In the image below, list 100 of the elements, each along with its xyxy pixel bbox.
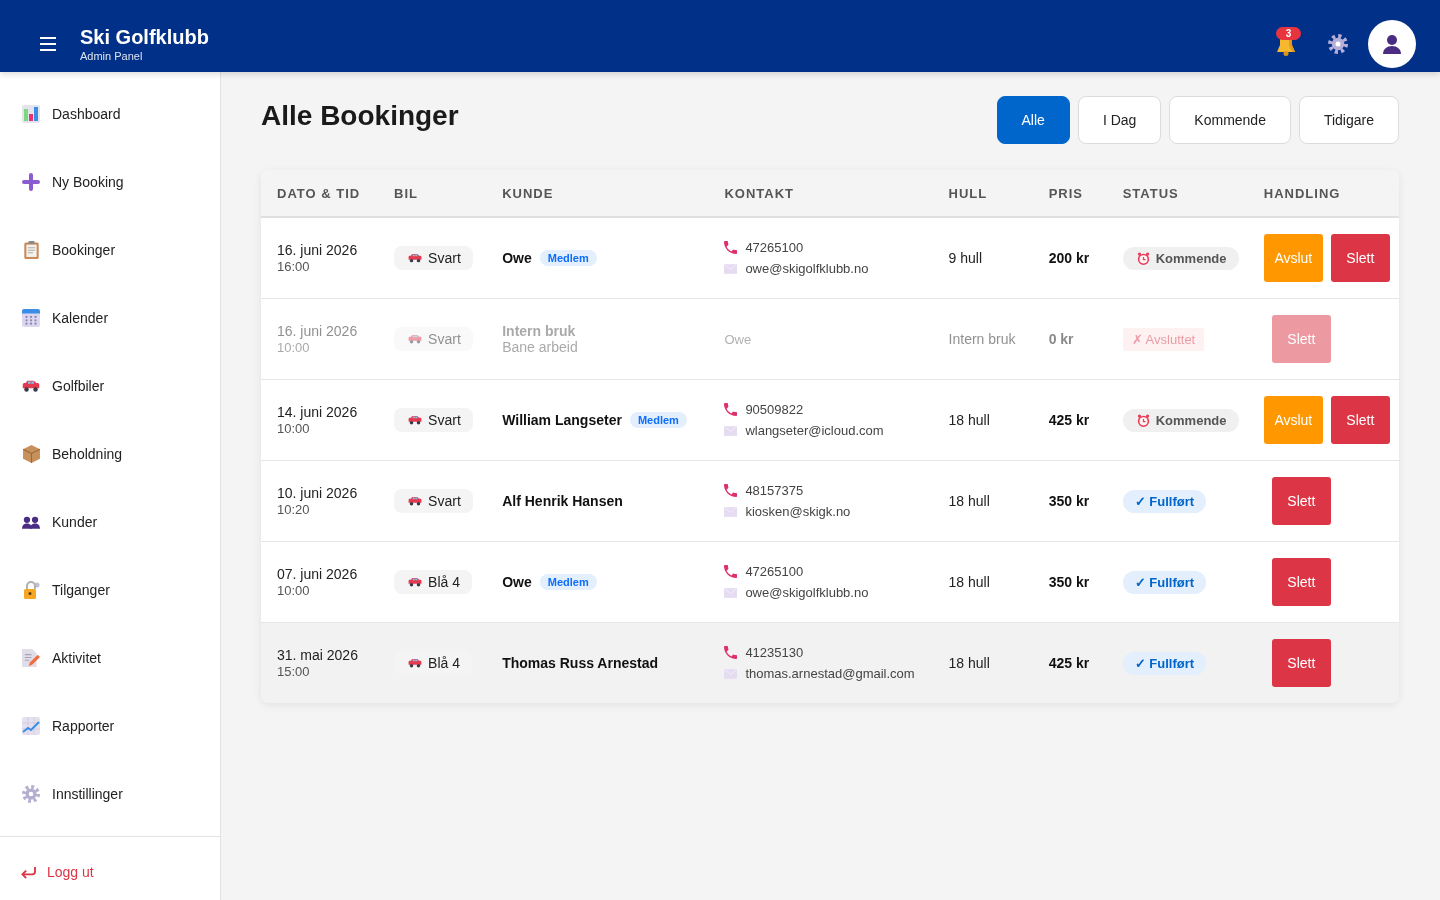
booking-date: 16. juni 2026 — [277, 241, 359, 259]
cart-label: Svart — [428, 250, 461, 266]
filter-tab[interactable]: I Dag — [1077, 96, 1162, 144]
booking-date: 10. juni 2026 — [277, 484, 359, 502]
customer-note: Bane arbeid — [502, 338, 579, 356]
car-icon — [22, 380, 40, 392]
column-header: DATO & TID — [261, 170, 379, 217]
sidebar-item[interactable]: Tilganger — [0, 556, 220, 624]
delete-button[interactable]: Slett — [1330, 234, 1390, 282]
phone-icon — [724, 565, 738, 578]
column-header: KUNDE — [486, 170, 709, 217]
delete-button[interactable]: Slett — [1330, 396, 1390, 444]
booking-time: 10:20 — [277, 501, 311, 518]
envelope-icon — [724, 506, 738, 517]
sidebar-item[interactable]: Kunder — [0, 488, 220, 556]
hole-count: 9 hull — [948, 250, 983, 266]
people-icon — [22, 515, 40, 529]
padlock-icon — [22, 581, 40, 599]
member-badge: Medlem — [629, 412, 687, 428]
column-header: BIL — [378, 170, 487, 217]
logout-link[interactable]: Logg ut — [0, 844, 220, 900]
menu-icon[interactable] — [40, 37, 56, 51]
member-badge: Medlem — [539, 574, 597, 590]
cart-label: Blå 4 — [428, 574, 460, 590]
clipboard-icon — [23, 241, 39, 259]
phone-number: 48157375 — [745, 483, 804, 498]
cart-label: Svart — [428, 412, 461, 428]
customer-name: Owe — [502, 574, 532, 590]
member-badge: Medlem — [539, 250, 597, 266]
person-icon — [1382, 34, 1402, 54]
line-chart-icon — [22, 717, 40, 735]
car-icon — [408, 253, 423, 263]
cart-label: Blå 4 — [428, 655, 460, 671]
sidebar-item[interactable]: Bookinger — [0, 216, 220, 284]
notification-badge: 3 — [1276, 27, 1301, 40]
email-address: owe@skigolfklubb.no — [745, 261, 869, 276]
customer-name: Owe — [502, 250, 532, 266]
price: 200 kr — [1048, 250, 1090, 266]
sidebar-item[interactable]: Dashboard — [0, 80, 220, 148]
booking-date: 31. mai 2026 — [277, 646, 359, 664]
customer-name: Alf Henrik Hansen — [502, 493, 623, 509]
status-badge: ✓ Fullført — [1122, 570, 1207, 594]
customer-name: Thomas Russ Arnestad — [502, 655, 659, 671]
status-badge: ✗ Avsluttet — [1122, 327, 1205, 351]
booking-time: 10:00 — [277, 339, 311, 356]
sidebar-item[interactable]: Beholdning — [0, 420, 220, 488]
phone-icon — [724, 484, 738, 497]
hole-count: 18 hull — [948, 493, 990, 509]
phone-icon — [724, 241, 738, 254]
settings-icon — [22, 785, 40, 803]
table-row[interactable]: 31. mai 2026 15:00 Blå 4 Thomas Russ Arnestad 41235130 thomas.arnestad@gmail.com 18 hull 425 kr ✓ Fullført Slett — [261, 622, 1399, 703]
settings-icon[interactable] — [1328, 34, 1348, 54]
bar-chart-icon — [22, 105, 40, 123]
column-header: KONTAKT — [708, 170, 933, 217]
app-title: Ski Golfklubb — [80, 25, 209, 49]
status-label: Kommende — [1155, 250, 1227, 266]
package-icon — [22, 445, 40, 463]
table-row[interactable]: 16. juni 2026 16:00 Svart Owe Medlem 47265100 owe@skigolfklubb.no 9 hull 200 kr Kommende Avslut Slett — [261, 217, 1399, 299]
profile-avatar[interactable] — [1368, 20, 1416, 68]
sidebar-item[interactable]: Ny Booking — [0, 148, 220, 216]
hole-count: 18 hull — [948, 655, 990, 671]
email-address: owe@skigolfklubb.no — [745, 585, 869, 600]
table-row[interactable]: 10. juni 2026 10:20 Svart Alf Henrik Hansen 48157375 kiosken@skigk.no 18 hull 350 kr ✓ Fullført Slett — [261, 460, 1399, 542]
filter-tab[interactable]: Kommende — [1169, 96, 1291, 144]
delete-button[interactable]: Slett — [1271, 558, 1331, 606]
sidebar-item[interactable]: Innstillinger — [0, 760, 220, 828]
phone-icon — [724, 646, 738, 659]
cart-label: Svart — [428, 331, 461, 347]
envelope-icon — [724, 263, 738, 274]
car-icon — [408, 577, 423, 587]
hole-count: 18 hull — [948, 412, 990, 428]
column-header: HULL — [932, 170, 1033, 217]
phone-number: 47265100 — [745, 240, 804, 255]
delete-button[interactable]: Slett — [1271, 639, 1331, 687]
filter-tab[interactable]: Tidigare — [1298, 96, 1399, 144]
table-row[interactable]: 14. juni 2026 10:00 Svart William Langseter Medlem 90509822 wlangseter@icloud.com 18 hull 425 kr Kommende Avslut Slett — [261, 379, 1399, 461]
price: 425 kr — [1048, 655, 1090, 671]
sidebar-item[interactable]: Golfbiler — [0, 352, 220, 420]
sidebar-item[interactable]: Aktivitet — [0, 624, 220, 692]
sidebar-item[interactable]: Rapporter — [0, 692, 220, 760]
hole-count: Intern bruk — [948, 331, 1016, 347]
contact-name: Owe — [724, 332, 752, 347]
price: 350 kr — [1048, 493, 1090, 509]
column-header: PRIS — [1032, 170, 1107, 217]
booking-date: 07. juni 2026 — [277, 565, 359, 583]
envelope-icon — [724, 587, 738, 598]
filter-tab[interactable]: Alle — [996, 96, 1070, 144]
car-icon — [408, 334, 423, 344]
delete-button[interactable]: Slett — [1271, 477, 1331, 525]
price: 350 kr — [1048, 574, 1090, 590]
cart-label: Svart — [428, 493, 461, 509]
table-row[interactable]: 07. juni 2026 10:00 Blå 4 Owe Medlem 47265100 owe@skigolfklubb.no 18 hull 350 kr ✓ Fullført Slett — [261, 541, 1399, 623]
car-icon — [408, 658, 423, 668]
email-address: kiosken@skigk.no — [745, 504, 851, 519]
table-row[interactable]: 16. juni 2026 10:00 Svart Intern bruk Bane arbeid Owe Intern bruk 0 kr ✗ Avsluttet Slett — [261, 298, 1399, 380]
sidebar-item[interactable]: Kalender — [0, 284, 220, 352]
phone-number: 90509822 — [745, 402, 804, 417]
email-address: thomas.arnestad@gmail.com — [745, 666, 915, 681]
return-arrow-icon — [20, 865, 37, 879]
price: 0 kr — [1048, 331, 1074, 347]
